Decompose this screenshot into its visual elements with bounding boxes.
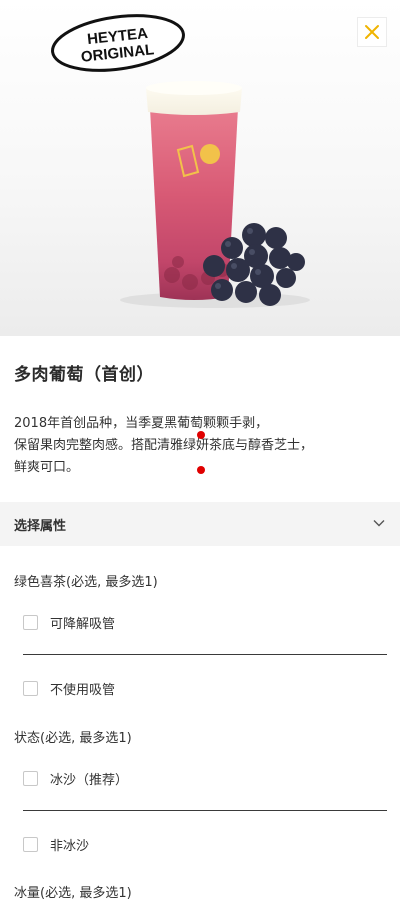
checkbox[interactable] (23, 615, 38, 630)
heytea-logo: HEYTEA ORIGINAL (51, 14, 185, 72)
product-title: 多肉葡萄（首创） (14, 365, 154, 385)
red-marker-dot (197, 431, 205, 439)
chevron-down-icon (373, 520, 385, 527)
option-label: 不使用吸管 (50, 683, 116, 698)
attributes-header-label: 选择属性 (14, 518, 67, 534)
select-attributes-header[interactable]: 选择属性 (0, 502, 400, 546)
divider (23, 654, 387, 655)
group-title-ice: 冰量(必选, 最多选1) (14, 886, 132, 901)
product-hero-image: HEYTEA ORIGINAL (0, 0, 400, 336)
option-slush[interactable]: 冰沙（推荐） (23, 769, 128, 788)
divider (23, 810, 387, 811)
checkbox[interactable] (23, 681, 38, 696)
red-marker-dot (197, 466, 205, 474)
option-degradable-straw[interactable]: 可降解吸管 (23, 613, 115, 632)
checkbox[interactable] (23, 771, 38, 786)
option-non-slush[interactable]: 非冰沙 (23, 835, 89, 854)
close-icon (365, 25, 379, 39)
option-label: 非冰沙 (50, 839, 90, 854)
group-title-green: 绿色喜茶(必选, 最多选1) (14, 575, 158, 590)
option-label: 可降解吸管 (50, 617, 116, 632)
option-label: 冰沙（推荐） (50, 773, 129, 788)
checkbox[interactable] (23, 837, 38, 852)
option-no-straw[interactable]: 不使用吸管 (23, 679, 115, 698)
group-title-state: 状态(必选, 最多选1) (14, 731, 132, 746)
close-button[interactable] (357, 17, 387, 47)
